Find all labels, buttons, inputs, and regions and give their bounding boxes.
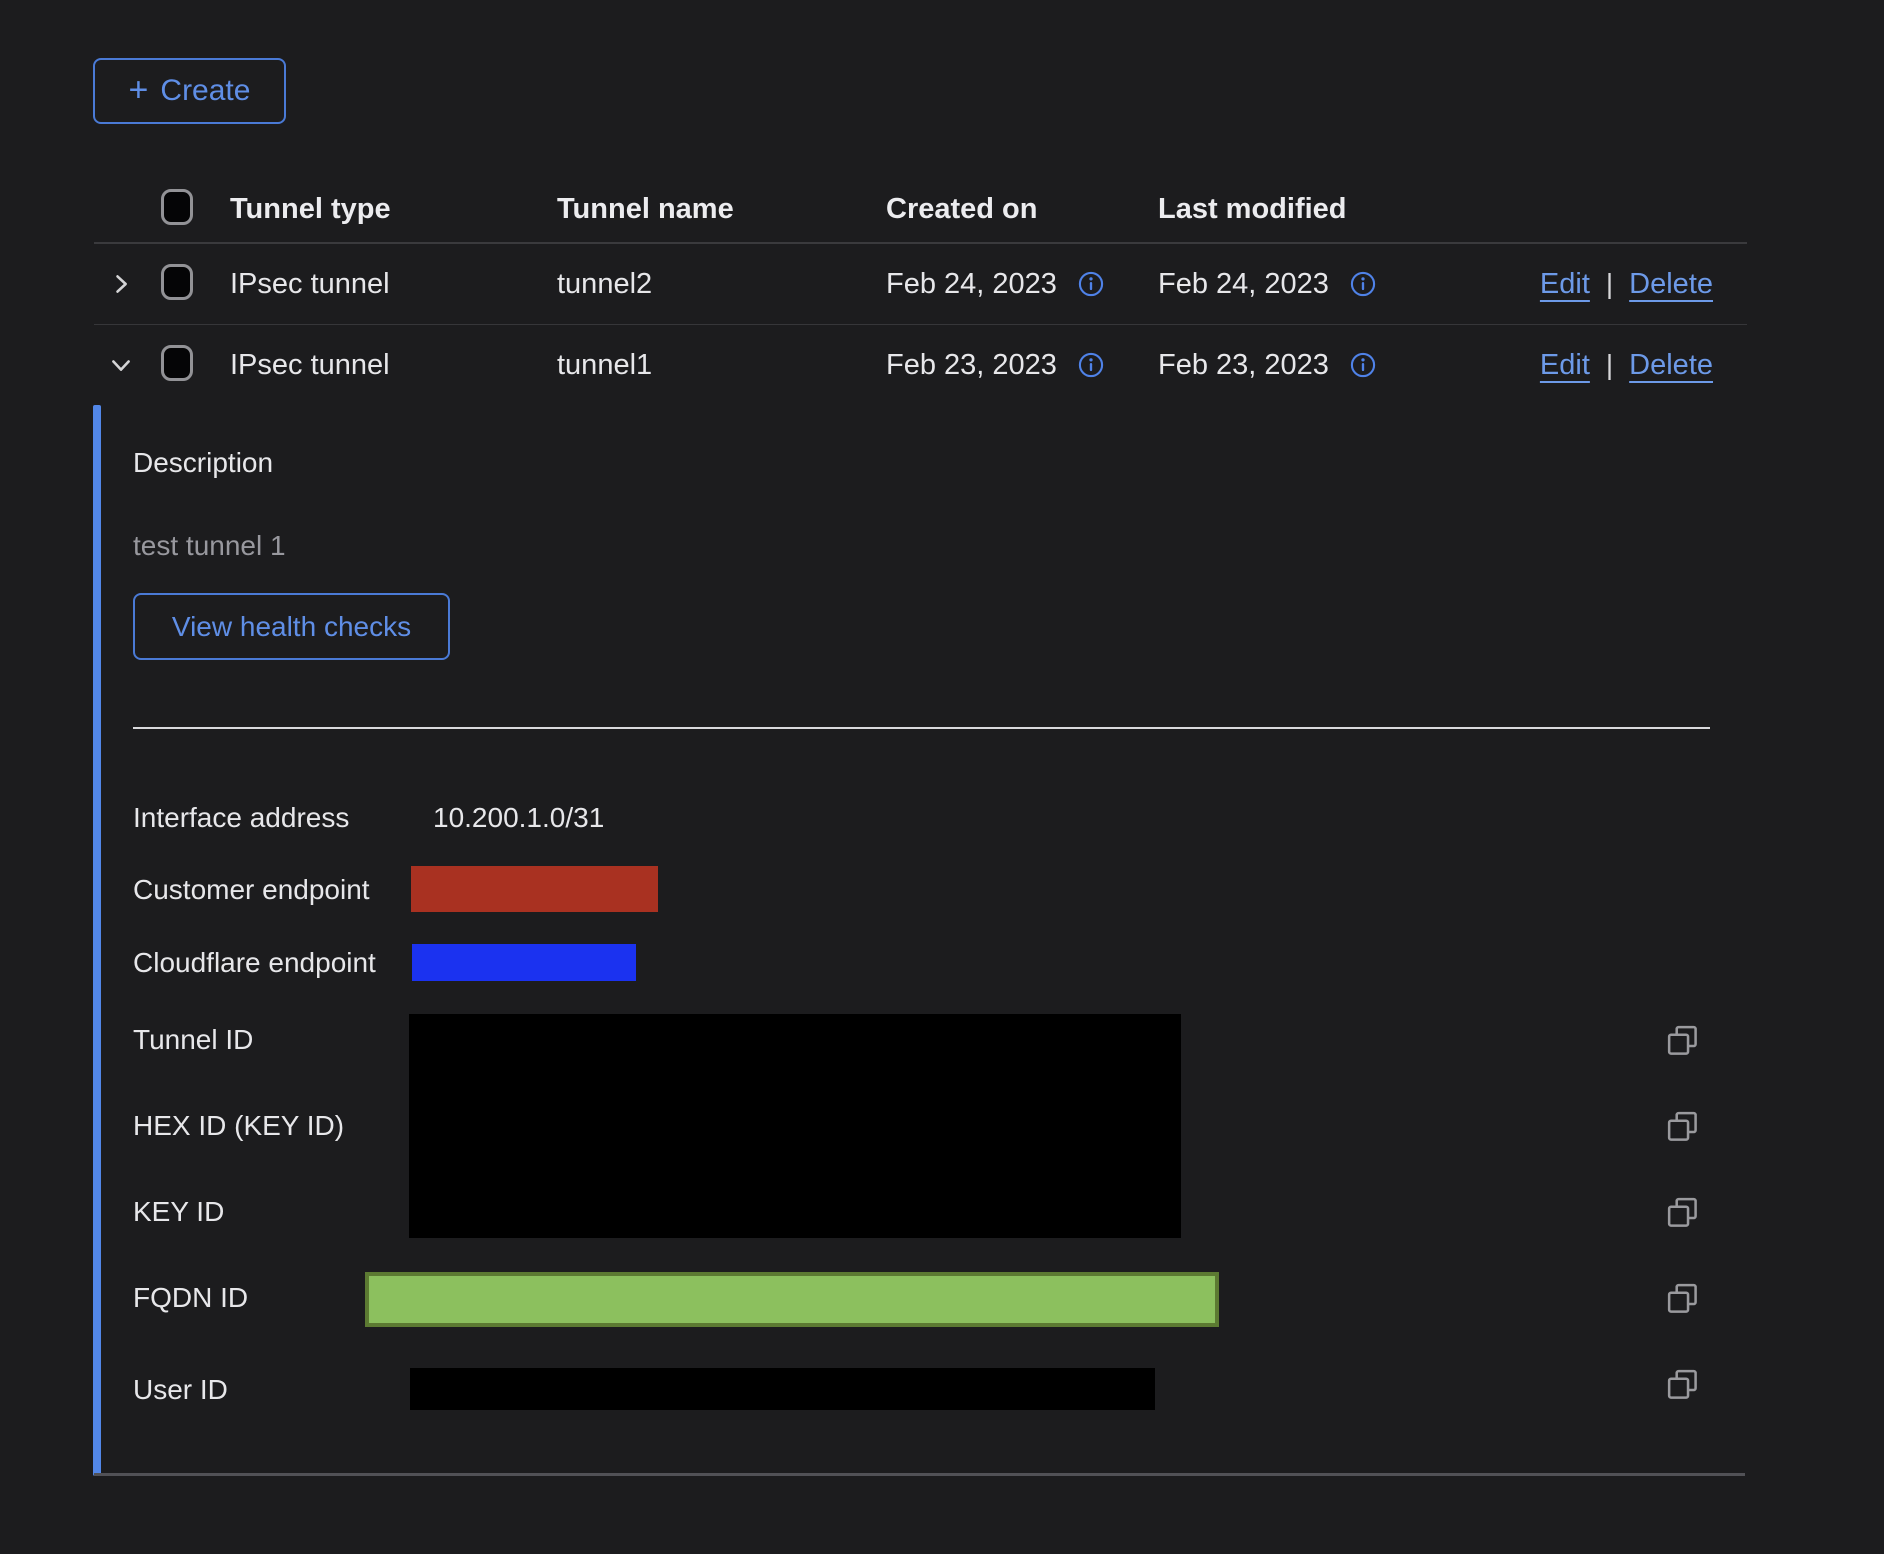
fqdn-id-redacted-value	[365, 1272, 1219, 1327]
create-button[interactable]: + Create	[93, 58, 286, 124]
tunnel-type-cell: IPsec tunnel	[230, 349, 557, 382]
plus-icon: +	[129, 73, 149, 107]
row-actions-cell: Edit | Delete	[1480, 268, 1747, 301]
tunnel-name-cell: tunnel2	[557, 268, 886, 301]
action-separator: |	[1606, 268, 1613, 300]
view-health-checks-label: View health checks	[172, 611, 411, 643]
column-header-tunnel-type: Tunnel type	[230, 193, 557, 226]
description-label: Description	[133, 446, 273, 480]
panel-bottom-divider	[94, 1473, 1745, 1476]
info-icon[interactable]	[1077, 270, 1105, 298]
info-icon[interactable]	[1077, 351, 1105, 379]
customer-endpoint-label: Customer endpoint	[133, 873, 370, 907]
table-row: IPsec tunnel tunnel2 Feb 24, 2023 Feb 24…	[94, 244, 1747, 325]
fqdn-id-label: FQDN ID	[133, 1281, 248, 1315]
ids-redacted-value	[409, 1014, 1181, 1238]
panel-divider	[133, 727, 1710, 729]
copy-icon[interactable]	[1666, 1110, 1700, 1144]
delete-link[interactable]: Delete	[1629, 349, 1713, 382]
cloudflare-endpoint-redacted-value	[412, 944, 636, 981]
header-checkbox-cell	[161, 189, 230, 230]
created-on-value: Feb 23, 2023	[886, 349, 1057, 382]
column-header-created-on: Created on	[886, 193, 1158, 226]
chevron-down-icon[interactable]	[107, 351, 135, 379]
view-health-checks-button[interactable]: View health checks	[133, 593, 450, 660]
created-on-cell: Feb 23, 2023	[886, 349, 1158, 382]
copy-icon[interactable]	[1666, 1368, 1700, 1402]
last-modified-value: Feb 23, 2023	[1158, 349, 1329, 382]
interface-address-label: Interface address	[133, 801, 349, 835]
key-id-label: KEY ID	[133, 1195, 224, 1229]
cloudflare-endpoint-label: Cloudflare endpoint	[133, 946, 376, 980]
created-on-value: Feb 24, 2023	[886, 268, 1057, 301]
row-checkbox-cell	[161, 264, 230, 305]
tunnel-type-cell: IPsec tunnel	[230, 268, 557, 301]
column-header-tunnel-name: Tunnel name	[557, 193, 886, 226]
action-separator: |	[1606, 349, 1613, 381]
customer-endpoint-redacted-value	[411, 866, 658, 912]
last-modified-cell: Feb 24, 2023	[1158, 268, 1480, 301]
copy-icon[interactable]	[1666, 1282, 1700, 1316]
row-expand-cell	[94, 270, 161, 298]
create-button-label: Create	[160, 74, 250, 108]
select-all-checkbox[interactable]	[161, 189, 193, 225]
expanded-row-accent-bar	[93, 405, 101, 1476]
interface-address-value: 10.200.1.0/31	[433, 801, 604, 835]
last-modified-cell: Feb 23, 2023	[1158, 349, 1480, 382]
tunnels-page: + Create Tunnel type Tunnel name Created…	[0, 0, 1884, 1554]
last-modified-value: Feb 24, 2023	[1158, 268, 1329, 301]
description-value: test tunnel 1	[133, 529, 286, 563]
copy-icon[interactable]	[1666, 1024, 1700, 1058]
chevron-right-icon[interactable]	[107, 270, 135, 298]
tunnel-name-cell: tunnel1	[557, 349, 886, 382]
info-icon[interactable]	[1349, 270, 1377, 298]
edit-link[interactable]: Edit	[1540, 268, 1590, 301]
row-checkbox[interactable]	[161, 345, 193, 381]
table-header-row: Tunnel type Tunnel name Created on Last …	[94, 176, 1747, 244]
user-id-redacted-value	[410, 1368, 1155, 1410]
table-row: IPsec tunnel tunnel1 Feb 23, 2023 Feb 23…	[94, 325, 1747, 405]
edit-link[interactable]: Edit	[1540, 349, 1590, 382]
row-actions-cell: Edit | Delete	[1480, 349, 1747, 382]
delete-link[interactable]: Delete	[1629, 268, 1713, 301]
hex-id-label: HEX ID (KEY ID)	[133, 1109, 344, 1143]
created-on-cell: Feb 24, 2023	[886, 268, 1158, 301]
user-id-label: User ID	[133, 1373, 228, 1407]
row-checkbox-cell	[161, 345, 230, 386]
tunnel-id-label: Tunnel ID	[133, 1023, 253, 1057]
row-expand-cell	[94, 351, 161, 379]
row-checkbox[interactable]	[161, 264, 193, 300]
column-header-last-modified: Last modified	[1158, 193, 1480, 226]
info-icon[interactable]	[1349, 351, 1377, 379]
copy-icon[interactable]	[1666, 1196, 1700, 1230]
